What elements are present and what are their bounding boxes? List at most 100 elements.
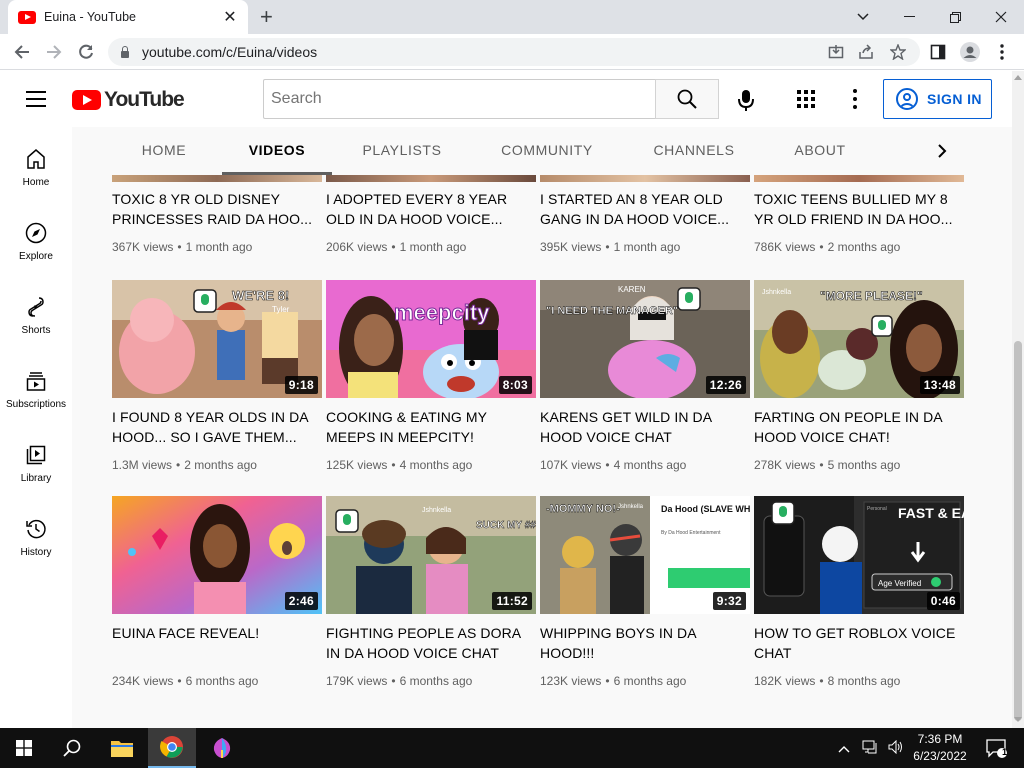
tab-playlists[interactable]: PLAYLISTS — [356, 127, 448, 175]
guide-item-subscriptions[interactable]: Subscriptions — [0, 349, 72, 423]
tab-channels[interactable]: CHANNELS — [648, 127, 740, 175]
video-metadata: 125K views • 4 months ago — [326, 458, 473, 472]
guide-item-explore[interactable]: Explore — [0, 201, 72, 275]
video-duration: 8:03 — [498, 376, 532, 394]
address-bar[interactable]: youtube.com/c/Euina/videos — [108, 38, 920, 66]
video-title[interactable]: FARTING ON PEOPLE IN DA HOOD VOICE CHAT! — [754, 407, 964, 447]
video-thumbnail[interactable]: FAST & EASY! Age Verified Personal 0:46 — [754, 496, 964, 614]
video-title[interactable]: FIGHTING PEOPLE AS DORA IN DA HOOD VOICE… — [326, 623, 536, 663]
tab-videos[interactable]: VIDEOS — [222, 127, 332, 175]
side-panel-icon[interactable] — [926, 40, 950, 64]
video-card[interactable]: "MORE PLEASE!" Jshnkella 13:48 FARTING O… — [754, 280, 964, 474]
video-thumbnail-partial[interactable] — [540, 175, 750, 182]
video-thumbnail[interactable]: meepcity 8:03 — [326, 280, 536, 398]
guide-label: Library — [20, 473, 52, 484]
tab-search-icon[interactable] — [840, 0, 886, 34]
youtube-logo[interactable]: YouTube — [72, 88, 185, 112]
video-card[interactable]: TOXIC TEENS BULLIED MY 8 YR OLD FRIEND I… — [754, 189, 964, 256]
restore-button[interactable] — [932, 0, 978, 34]
action-center-button[interactable]: 1 — [976, 728, 1016, 768]
tab-about[interactable]: ABOUT — [790, 127, 850, 175]
bookmark-star-icon[interactable] — [886, 40, 910, 64]
svg-text:Age Verified: Age Verified — [878, 579, 921, 588]
video-title[interactable]: WHIPPING BOYS IN DA HOOD!!! — [540, 623, 750, 663]
video-title[interactable]: KARENS GET WILD IN DA HOOD VOICE CHAT — [540, 407, 750, 447]
video-card[interactable]: TOXIC 8 YR OLD DISNEY PRINCESSES RAID DA… — [112, 189, 322, 256]
sign-in-button[interactable]: SIGN IN — [883, 79, 992, 119]
video-thumbnail-partial[interactable] — [754, 175, 964, 182]
new-tab-button[interactable]: + — [260, 5, 273, 29]
profile-avatar-icon[interactable] — [958, 40, 982, 64]
video-card[interactable]: meepcity 8:03 COOKING & EATING MY MEEPS … — [326, 280, 536, 474]
close-window-button[interactable] — [978, 0, 1024, 34]
video-thumbnail[interactable]: "I NEED THE MANAGER" KAREN 12:26 — [540, 280, 750, 398]
scroll-down-arrow[interactable] — [1014, 717, 1022, 722]
browser-tab-active[interactable]: Euina - YouTube ✕ — [8, 0, 248, 34]
guide-item-home[interactable]: Home — [0, 127, 72, 201]
taskbar-clock[interactable]: 7:36 PM 6/23/2022 — [900, 731, 980, 765]
video-thumbnail[interactable]: "MORE PLEASE!" Jshnkella 13:48 — [754, 280, 964, 398]
video-thumbnail-partial[interactable] — [326, 175, 536, 182]
tab-community[interactable]: COMMUNITY — [496, 127, 598, 175]
reload-button[interactable] — [74, 40, 98, 64]
install-app-icon[interactable] — [824, 40, 848, 64]
video-card[interactable]: 2:46 EUINA FACE REVEAL! 234K views • 6 mon… — [112, 496, 322, 690]
video-thumbnail[interactable]: 2:46 — [112, 496, 322, 614]
show-hidden-icons-icon[interactable] — [838, 741, 850, 756]
tabs-scroll-right-button[interactable] — [930, 139, 954, 163]
svg-text:Jshnkella: Jshnkella — [618, 504, 644, 510]
guide-item-shorts[interactable]: Shorts — [0, 275, 72, 349]
video-thumbnail[interactable]: Jshnkella SUCK MY ####! 11:52 — [326, 496, 536, 614]
video-title[interactable]: I ADOPTED EVERY 8 YEAR OLD IN DA HOOD VO… — [326, 189, 536, 229]
start-button[interactable] — [0, 728, 48, 768]
guide-label: History — [20, 547, 52, 558]
forward-button[interactable] — [42, 40, 66, 64]
video-card[interactable]: FAST & EASY! Age Verified Personal 0:46 … — [754, 496, 964, 690]
video-card[interactable]: I STARTED AN 8 YEAR OLD GANG IN DA HOOD … — [540, 189, 750, 256]
taskbar-search-button[interactable] — [48, 728, 96, 768]
share-icon[interactable] — [854, 40, 878, 64]
system-tray — [838, 728, 904, 768]
video-title[interactable]: TOXIC 8 YR OLD DISNEY PRINCESSES RAID DA… — [112, 189, 322, 229]
windows-taskbar: 7:36 PM 6/23/2022 1 — [0, 728, 1024, 768]
minimize-button[interactable] — [886, 0, 932, 34]
video-title[interactable]: COOKING & EATING MY MEEPS IN MEEPCITY! — [326, 407, 536, 447]
video-card[interactable]: "I NEED THE MANAGER" KAREN 12:26 KARENS … — [540, 280, 750, 474]
network-icon[interactable] — [862, 740, 878, 757]
video-title[interactable]: I FOUND 8 YEAR OLDS IN DA HOOD... SO I G… — [112, 407, 322, 447]
file-explorer-button[interactable] — [98, 728, 146, 768]
apps-grid-icon[interactable] — [797, 90, 815, 108]
guide-item-library[interactable]: Library — [0, 423, 72, 497]
video-title[interactable]: I STARTED AN 8 YEAR OLD GANG IN DA HOOD … — [540, 189, 750, 229]
video-metadata: 367K views • 1 month ago — [112, 240, 253, 254]
video-thumbnail[interactable]: -MOMMY NO!- Da Hood (SLAVE WHIPS ADDED) … — [540, 496, 750, 614]
video-card[interactable]: Jshnkella SUCK MY ####! 11:52 FIGHTING P… — [326, 496, 536, 690]
url-text: youtube.com/c/Euina/videos — [142, 44, 318, 60]
video-metadata: 107K views • 4 months ago — [540, 458, 687, 472]
back-button[interactable] — [10, 40, 34, 64]
video-card[interactable]: WE'RE 8! Tyler 9:18 I FOUND 8 YEAR OLDS … — [112, 280, 322, 474]
tab-home[interactable]: HOME — [132, 127, 196, 175]
page-scrollbar[interactable] — [1012, 71, 1024, 728]
search-button[interactable] — [655, 79, 719, 119]
browser-menu-icon[interactable] — [990, 40, 1014, 64]
lock-icon[interactable] — [120, 46, 130, 58]
video-title[interactable]: EUINA FACE REVEAL! — [112, 623, 322, 663]
scroll-up-arrow[interactable] — [1014, 75, 1022, 80]
paint-app-button[interactable] — [198, 728, 246, 768]
guide-menu-icon[interactable] — [26, 91, 46, 107]
video-title[interactable]: TOXIC TEENS BULLIED MY 8 YR OLD FRIEND I… — [754, 189, 964, 229]
tab-close-icon[interactable]: ✕ — [222, 7, 238, 27]
scrollbar-thumb[interactable] — [1014, 341, 1022, 721]
video-thumbnail-partial[interactable] — [112, 175, 322, 182]
video-card[interactable]: -MOMMY NO!- Da Hood (SLAVE WHIPS ADDED) … — [540, 496, 750, 690]
video-thumbnail[interactable]: WE'RE 8! Tyler 9:18 — [112, 280, 322, 398]
video-card[interactable]: I ADOPTED EVERY 8 YEAR OLD IN DA HOOD VO… — [326, 189, 536, 256]
settings-more-icon[interactable] — [852, 89, 858, 109]
guide-item-history[interactable]: History — [0, 497, 72, 571]
voice-search-button[interactable] — [732, 87, 760, 113]
search-input[interactable] — [263, 79, 656, 119]
video-metadata: 206K views • 1 month ago — [326, 240, 467, 254]
video-title[interactable]: HOW TO GET ROBLOX VOICE CHAT — [754, 623, 964, 663]
chrome-taskbar-button[interactable] — [148, 728, 196, 768]
